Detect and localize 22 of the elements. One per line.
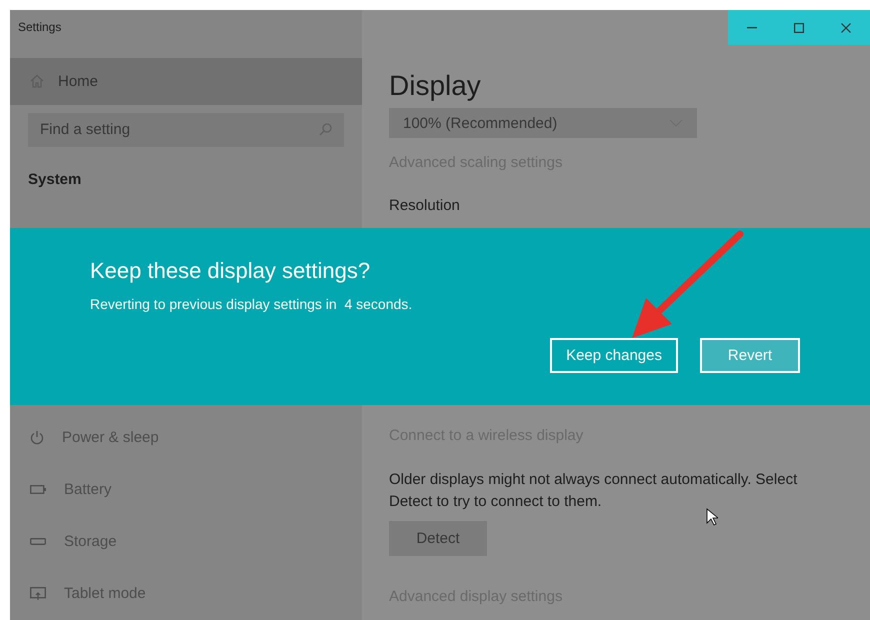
search-icon — [319, 123, 332, 136]
dialog-title: Keep these display settings? — [90, 258, 372, 284]
close-icon[interactable] — [841, 22, 852, 32]
window-title: Settings — [17, 19, 62, 36]
storage-icon — [30, 538, 46, 546]
battery-icon — [30, 485, 46, 494]
resolution-label: Resolution — [389, 196, 460, 216]
maximize-icon[interactable] — [794, 22, 804, 32]
mouse-pointer-icon — [706, 508, 718, 526]
dialog-button[interactable]: Keep changes — [550, 338, 678, 373]
scale-dropdown[interactable]: 100% (Recommended) — [389, 108, 697, 138]
tablet-mode-icon — [30, 586, 46, 601]
section-heading: System — [28, 170, 82, 188]
older-displays-note: Older displays might not always connect automatically. Select Detect to try to connect to them. — [389, 470, 798, 512]
home-nav-item[interactable]: Home — [10, 58, 362, 105]
power-icon — [30, 430, 44, 446]
dialog-message: Reverting to previous display settings in 4 seconds. — [90, 296, 414, 312]
detect-button[interactable]: Detect — [389, 521, 487, 556]
minimize-icon[interactable] — [746, 26, 757, 28]
page-heading: Display — [389, 70, 481, 102]
search-field[interactable]: Find a setting — [28, 112, 344, 147]
dialog-button[interactable]: Revert — [700, 338, 800, 373]
